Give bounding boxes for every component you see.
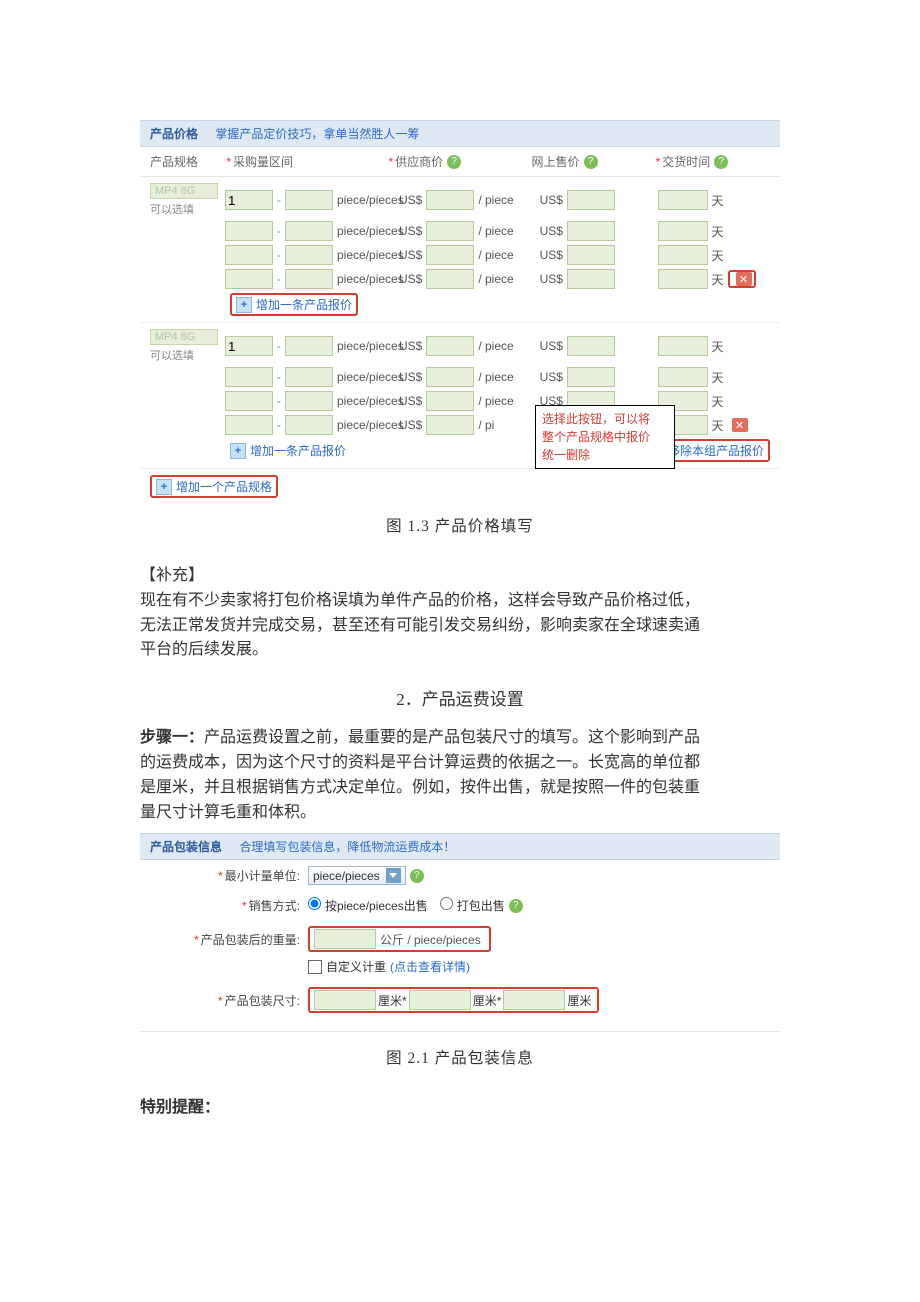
supplier-price-input[interactable] bbox=[426, 415, 474, 435]
qty-from-input[interactable] bbox=[225, 190, 273, 210]
qty-to-input[interactable] bbox=[285, 367, 333, 387]
spec-group: MP4 8G 可以选填 -piece/pieces US$/ piece US$… bbox=[140, 177, 780, 323]
weight-input[interactable] bbox=[314, 929, 376, 949]
col-web-price: 网上售价 bbox=[532, 153, 580, 170]
col-product-spec: 产品规格 bbox=[150, 153, 226, 170]
package-row-unit: *最小计量单位: piece/pieces ? bbox=[140, 860, 780, 891]
sale-by-pack-radio[interactable]: 打包出售 bbox=[440, 897, 505, 914]
delivery-days-input[interactable] bbox=[658, 367, 708, 387]
web-price-input[interactable] bbox=[567, 190, 615, 210]
spec-optional-hint: 可以选填 bbox=[150, 347, 225, 363]
spec-name-input[interactable]: MP4 8G bbox=[150, 329, 218, 345]
help-icon[interactable]: ? bbox=[584, 155, 598, 169]
supplier-price-input[interactable] bbox=[426, 336, 474, 356]
supplier-price-input[interactable] bbox=[426, 269, 474, 289]
add-spec-row: + 增加一个产品规格 bbox=[140, 469, 780, 500]
figure-caption: 图 1.3 产品价格填写 bbox=[140, 514, 780, 536]
help-icon[interactable]: ? bbox=[509, 899, 523, 913]
qty-to-input[interactable] bbox=[285, 190, 333, 210]
package-row-salemode: *销售方式: 按piece/pieces出售 打包出售 ? bbox=[140, 891, 780, 920]
qty-to-input[interactable] bbox=[285, 391, 333, 411]
size-length-input[interactable] bbox=[314, 990, 376, 1010]
qty-from-input[interactable] bbox=[225, 269, 273, 289]
qty-from-input[interactable] bbox=[225, 221, 273, 241]
plus-icon: + bbox=[156, 479, 172, 495]
delivery-days-input[interactable] bbox=[658, 269, 708, 289]
package-row-size: *产品包装尺寸: 厘米* 厘米* 厘米 bbox=[140, 981, 780, 1019]
spec-group: MP4 8G 可以选填 -piece/pieces US$/ piece US$… bbox=[140, 323, 780, 469]
figure-caption: 图 2.1 产品包装信息 bbox=[140, 1046, 780, 1068]
special-reminder: 特别提醒： bbox=[140, 1096, 780, 1121]
unit-select[interactable]: piece/pieces bbox=[308, 866, 406, 885]
help-icon[interactable]: ? bbox=[410, 869, 424, 883]
spec-name-input[interactable]: MP4 8G bbox=[150, 183, 218, 199]
supplier-price-input[interactable] bbox=[426, 367, 474, 387]
highlight-add-row: + 增加一条产品报价 bbox=[230, 293, 358, 316]
qty-to-input[interactable] bbox=[285, 221, 333, 241]
supplier-price-input[interactable] bbox=[426, 190, 474, 210]
highlight-add-spec: + 增加一个产品规格 bbox=[150, 475, 278, 498]
help-icon[interactable]: ? bbox=[447, 155, 461, 169]
help-icon[interactable]: ? bbox=[714, 155, 728, 169]
plus-icon: + bbox=[230, 443, 246, 459]
col-qty-range: 采购量区间 bbox=[233, 153, 293, 170]
remove-row-icon[interactable]: ✕ bbox=[736, 272, 752, 286]
custom-weight-checkbox[interactable] bbox=[308, 960, 322, 974]
section-2-title: 2．产品运费设置 bbox=[140, 685, 780, 710]
qty-to-input[interactable] bbox=[285, 415, 333, 435]
spec-optional-hint: 可以选填 bbox=[150, 201, 225, 217]
size-height-input[interactable] bbox=[503, 990, 565, 1010]
col-delivery-time: 交货时间 bbox=[662, 153, 710, 170]
supplier-price-input[interactable] bbox=[426, 221, 474, 241]
size-width-input[interactable] bbox=[409, 990, 471, 1010]
add-product-spec-button[interactable]: + 增加一个产品规格 bbox=[156, 478, 272, 495]
qty-from-input[interactable] bbox=[225, 415, 273, 435]
supplier-price-input[interactable] bbox=[426, 245, 474, 265]
plus-icon: + bbox=[236, 297, 252, 313]
qty-to-input[interactable] bbox=[285, 336, 333, 356]
web-price-input[interactable] bbox=[567, 221, 615, 241]
qty-to-input[interactable] bbox=[285, 269, 333, 289]
web-price-input[interactable] bbox=[567, 245, 615, 265]
delivery-days-input[interactable] bbox=[658, 190, 708, 210]
package-panel-title: 产品包装信息 bbox=[150, 840, 222, 854]
delivery-days-input[interactable] bbox=[658, 336, 708, 356]
package-row-weight: *产品包装后的重量: 公斤 / piece/pieces bbox=[140, 920, 780, 958]
delivery-days-input[interactable] bbox=[658, 221, 708, 241]
supplement-text: 【补充】 现在有不少卖家将打包价格误填为单件产品的价格，这样会导致产品价格过低，… bbox=[140, 564, 780, 663]
price-panel-header: 产品价格 掌握产品定价技巧，拿单当然胜人一筹 bbox=[140, 120, 780, 147]
custom-weight-detail-link[interactable]: (点击查看详情) bbox=[390, 958, 470, 975]
web-price-input[interactable] bbox=[567, 269, 615, 289]
qty-from-input[interactable] bbox=[225, 391, 273, 411]
highlight-weight: 公斤 / piece/pieces bbox=[308, 926, 491, 952]
qty-to-input[interactable] bbox=[285, 245, 333, 265]
package-tip-link[interactable]: 合理填写包装信息，降低物流运费成本！ bbox=[239, 840, 455, 854]
web-price-input[interactable] bbox=[567, 336, 615, 356]
web-price-input[interactable] bbox=[567, 367, 615, 387]
price-panel-title: 产品价格 bbox=[150, 127, 198, 141]
qty-from-input[interactable] bbox=[225, 245, 273, 265]
highlight-delete-row: ✕ bbox=[728, 270, 756, 288]
supplier-price-input[interactable] bbox=[426, 391, 474, 411]
chevron-down-icon bbox=[386, 868, 401, 883]
delivery-days-input[interactable] bbox=[658, 245, 708, 265]
add-price-row-button[interactable]: + 增加一条产品报价 bbox=[230, 442, 346, 459]
price-tip-link[interactable]: 掌握产品定价技巧，拿单当然胜人一筹 bbox=[215, 127, 419, 141]
remove-row-icon[interactable]: ✕ bbox=[732, 418, 748, 432]
qty-from-input[interactable] bbox=[225, 336, 273, 356]
annotation-callout: 选择此按钮，可以将 整个产品规格中报价 统一删除 bbox=[535, 405, 675, 469]
sale-by-piece-radio[interactable]: 按piece/pieces出售 bbox=[308, 897, 428, 914]
step1-text: 步骤一：产品运费设置之前，最重要的是产品包装尺寸的填写。这个影响到产品 的运费成… bbox=[140, 726, 780, 825]
add-price-row-button[interactable]: + 增加一条产品报价 bbox=[236, 296, 352, 313]
package-row-customweight: 自定义计重 (点击查看详情) bbox=[140, 958, 780, 981]
price-column-header: 产品规格 *采购量区间 *供应商价? 网上售价? *交货时间? bbox=[140, 147, 780, 177]
package-panel-header: 产品包装信息 合理填写包装信息，降低物流运费成本！ bbox=[140, 833, 780, 860]
qty-from-input[interactable] bbox=[225, 367, 273, 387]
col-supplier-price: 供应商价 bbox=[395, 153, 443, 170]
highlight-size: 厘米* 厘米* 厘米 bbox=[308, 987, 599, 1013]
